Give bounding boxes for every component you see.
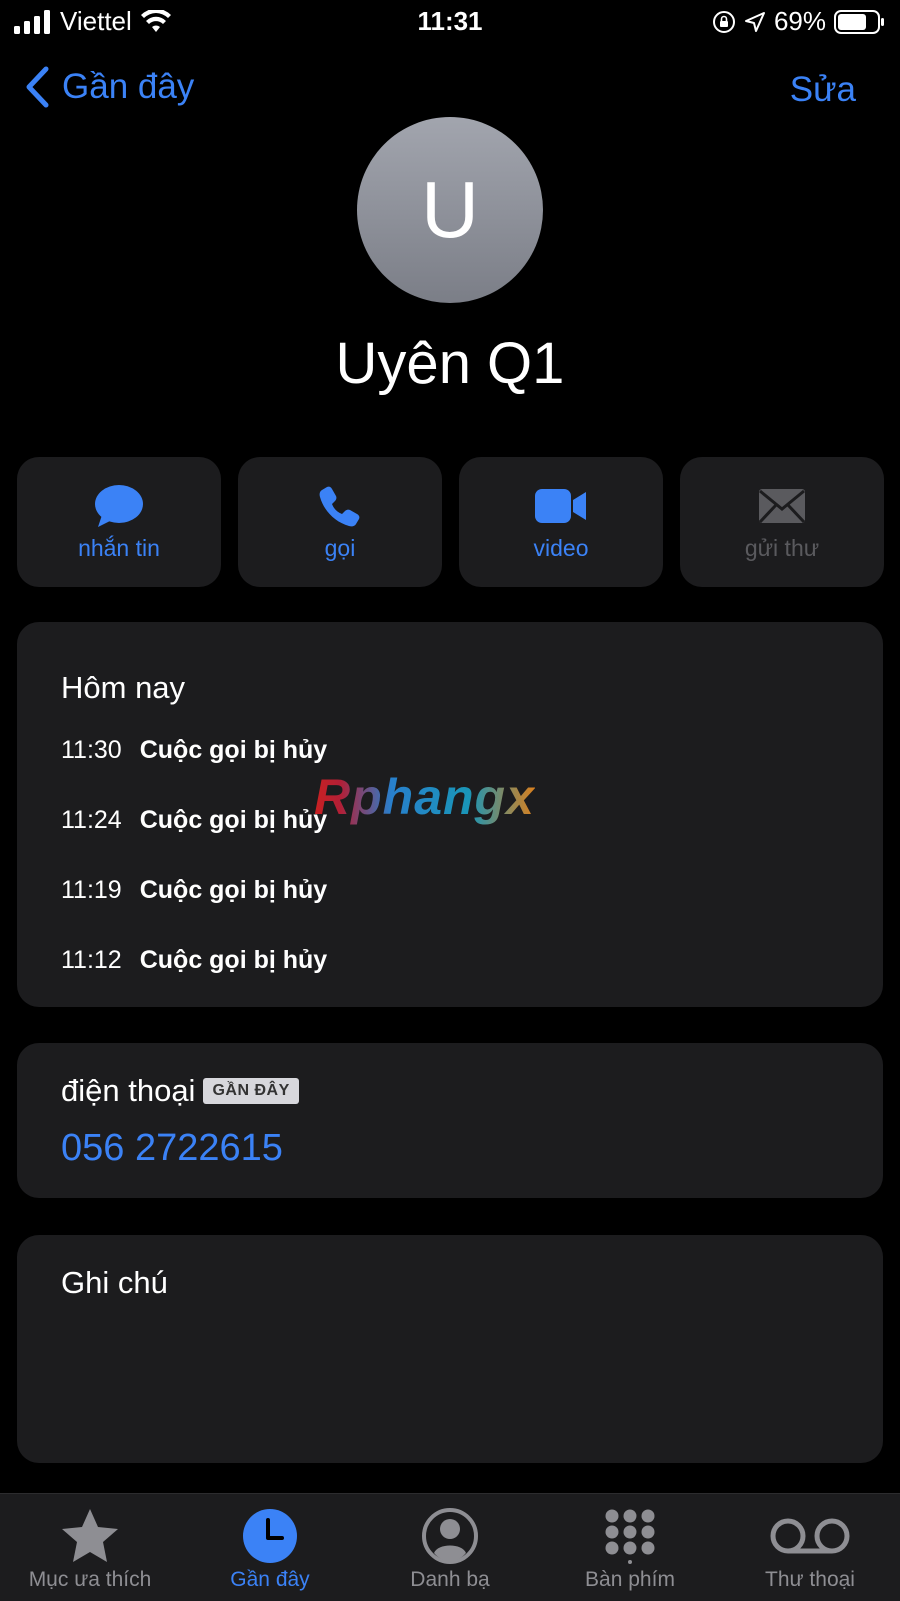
phone-label-row: điện thoại GẦN ĐÂY [61,1073,299,1109]
battery-percent: 69% [773,6,826,36]
person-icon [422,1508,478,1564]
notes-label: Ghi chú [61,1265,168,1300]
status-right: 69% [712,6,886,37]
edit-button[interactable]: Sửa [790,70,856,110]
voicemail-icon [770,1518,850,1554]
tab-contacts[interactable]: Danh bạ [360,1494,540,1601]
recent-calls-header: Hôm nay [61,670,186,705]
call-status: Cuộc gọi bị hủy [139,876,328,904]
mail-label: gửi thư [744,535,820,561]
call-row: 11:12 Cuộc gọi bị hủy [61,946,327,975]
chevron-left-icon [26,66,49,108]
tab-bar: Mục ưa thích Gần đây Danh bạ Bàn phím Th… [0,1493,900,1601]
mail-icon [758,489,806,524]
star-icon [62,1509,118,1562]
phone-label: điện thoại [61,1073,196,1108]
tab-label: Gần đây [230,1568,310,1591]
message-label: nhắn tin [78,535,160,561]
keypad-icon [605,1509,655,1564]
message-icon [95,485,143,527]
battery-icon [834,9,884,34]
message-button[interactable]: nhắn tin [17,457,221,587]
location-icon [744,11,765,32]
tab-label: Danh bạ [410,1568,490,1591]
orientation-lock-icon [712,10,735,33]
tab-label: Thư thoại [765,1568,855,1591]
tab-label: Mục ưa thích [28,1568,152,1591]
tab-voicemail[interactable]: Thư thoại [720,1494,900,1601]
video-icon [535,489,586,523]
call-row: 11:19 Cuộc gọi bị hủy [61,876,327,905]
call-status: Cuộc gọi bị hủy [139,806,328,834]
call-button[interactable]: gọi [238,457,442,587]
call-status: Cuộc gọi bị hủy [139,946,328,974]
call-row: 11:24 Cuộc gọi bị hủy [61,806,327,835]
status-bar: Viettel 11:31 69% [0,0,900,48]
video-label: video [533,535,589,561]
tab-keypad[interactable]: Bàn phím [540,1494,720,1601]
mail-button[interactable]: gửi thư [680,457,884,587]
phone-number[interactable]: 056 2722615 [61,1127,283,1170]
phone-icon [319,486,360,527]
phone-card: điện thoại GẦN ĐÂY 056 2722615 [17,1043,883,1198]
tab-favorites[interactable]: Mục ưa thích [0,1494,180,1601]
call-time: 11:12 [61,946,122,974]
call-time: 11:19 [61,876,122,904]
call-row: 11:30 Cuộc gọi bị hủy [61,736,327,765]
notes-card[interactable]: Ghi chú [17,1235,883,1463]
contact-name: Uyên Q1 [335,331,565,396]
back-label: Gần đây [62,67,195,106]
call-status: Cuộc gọi bị hủy [139,736,328,764]
call-time: 11:24 [61,806,122,834]
tab-label: Bàn phím [585,1568,675,1591]
tab-recents[interactable]: Gần đây [180,1494,360,1601]
action-buttons: nhắn tin gọi video gửi thư [17,457,884,587]
call-label: gọi [324,535,356,561]
watermark: Rphangx [314,769,535,825]
clock-icon [243,1509,297,1563]
recent-badge: GẦN ĐÂY [203,1078,299,1104]
back-button[interactable]: Gần đây [24,66,194,108]
call-time: 11:30 [61,736,122,764]
avatar: U [357,117,543,303]
video-button[interactable]: video [459,457,663,587]
